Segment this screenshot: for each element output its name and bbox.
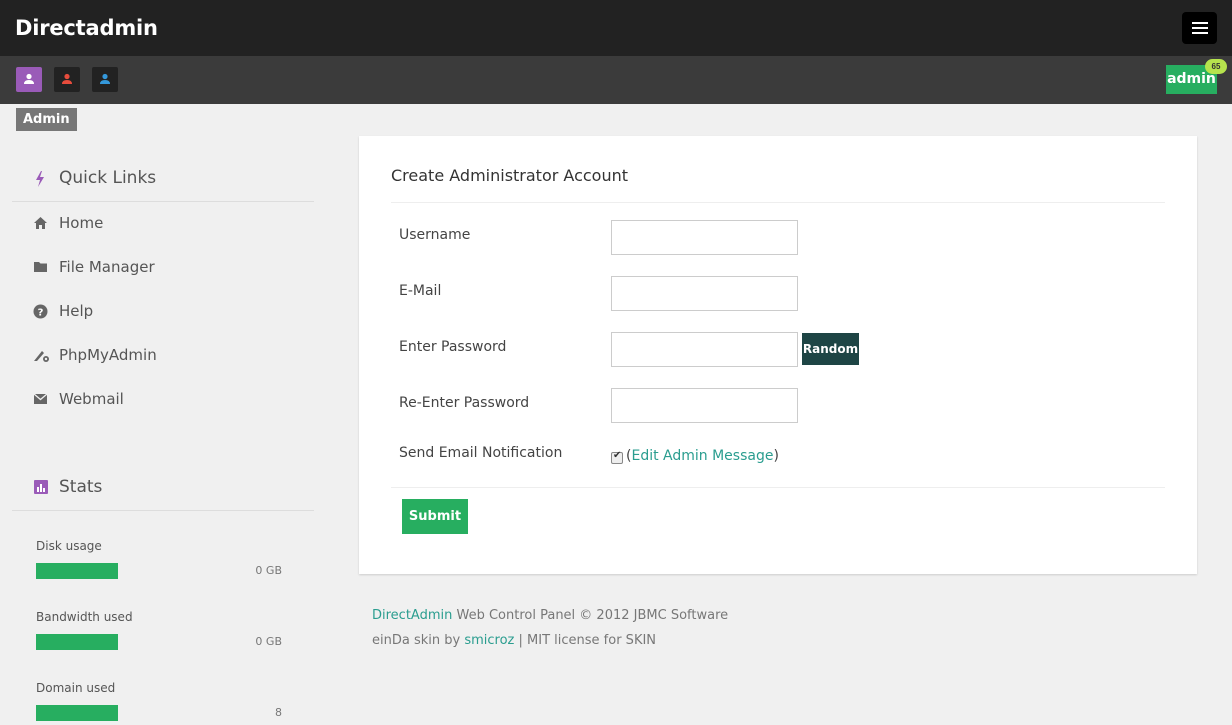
edit-message-wrapper: (Edit Admin Message) xyxy=(626,448,779,464)
envelope-icon xyxy=(33,392,48,410)
admin-level-button[interactable] xyxy=(16,67,42,92)
footer-skin-prefix: einDa skin by xyxy=(372,633,461,648)
random-password-button[interactable]: Random xyxy=(802,333,859,365)
username-label: Username xyxy=(399,227,471,243)
home-icon xyxy=(33,216,48,235)
level-tag: Admin xyxy=(16,108,77,131)
hamburger-icon-line xyxy=(1192,27,1208,29)
domain-used-value: 8 xyxy=(275,706,282,719)
footer-skin-suffix: | MIT license for SKIN xyxy=(518,633,657,648)
bolt-icon xyxy=(34,171,46,192)
sidebar-item-label: Help xyxy=(59,302,94,320)
password-label: Enter Password xyxy=(399,339,507,355)
svg-text:?: ? xyxy=(38,308,44,319)
notify-label: Send Email Notification xyxy=(399,445,563,461)
disk-usage-label: Disk usage xyxy=(36,539,102,553)
menu-toggle-button[interactable] xyxy=(1182,12,1217,44)
bandwidth-used-bar xyxy=(36,634,118,650)
hamburger-icon xyxy=(1192,22,1208,24)
edit-admin-message-link[interactable]: Edit Admin Message xyxy=(631,448,773,464)
disk-usage-bar xyxy=(36,563,118,579)
submit-button[interactable]: Submit xyxy=(402,499,468,534)
email-label: E-Mail xyxy=(399,283,442,299)
bar-chart-icon xyxy=(34,480,48,499)
create-admin-panel: Create Administrator Account Username E-… xyxy=(359,136,1197,574)
phpmyadmin-icon xyxy=(33,348,50,368)
sidebar-item-label: Webmail xyxy=(59,390,124,408)
disk-usage-value: 0 GB xyxy=(255,564,282,577)
repassword-label: Re-Enter Password xyxy=(399,395,530,411)
skin-author-link[interactable]: smicroz xyxy=(464,633,514,648)
domain-used-bar-fill xyxy=(36,705,118,721)
disk-usage-bar-fill xyxy=(36,563,118,579)
password-input[interactable] xyxy=(611,332,798,367)
sidebar-item-label: PhpMyAdmin xyxy=(59,346,157,364)
bandwidth-used-label: Bandwidth used xyxy=(36,610,133,624)
page-title: Create Administrator Account xyxy=(391,166,629,185)
level-switcher-bar: admin xyxy=(0,56,1232,104)
bandwidth-used-value: 0 GB xyxy=(255,635,282,648)
quick-links-heading: Quick Links xyxy=(12,154,314,202)
footer-line-2: einDa skin by smicroz | MIT license for … xyxy=(372,633,656,648)
directadmin-link[interactable]: DirectAdmin xyxy=(372,608,452,623)
footer-line-1: DirectAdmin Web Control Panel © 2012 JBM… xyxy=(372,608,728,623)
footer-copyright: Web Control Panel © 2012 JBMC Software xyxy=(456,608,729,623)
hamburger-icon-line xyxy=(1192,32,1208,34)
email-input[interactable] xyxy=(611,276,798,311)
user-level-button[interactable] xyxy=(92,67,118,92)
repassword-input[interactable] xyxy=(611,388,798,423)
stats-heading: Stats xyxy=(12,463,314,511)
sidebar-item-label: File Manager xyxy=(59,258,155,276)
user-icon xyxy=(100,73,110,84)
divider xyxy=(391,487,1165,488)
user-icon xyxy=(62,73,72,84)
help-icon: ? xyxy=(33,304,48,324)
top-navbar: Directadmin xyxy=(0,0,1232,56)
quick-links-title: Quick Links xyxy=(59,168,157,188)
brand-logo[interactable]: Directadmin xyxy=(15,16,158,40)
stats-title: Stats xyxy=(59,477,103,497)
domain-used-bar xyxy=(36,705,118,721)
user-icon xyxy=(24,73,34,84)
username-input[interactable] xyxy=(611,220,798,255)
sidebar-item-label: Home xyxy=(59,214,104,232)
reseller-level-button[interactable] xyxy=(54,67,80,92)
notify-checkbox[interactable] xyxy=(611,450,623,464)
divider xyxy=(391,202,1165,203)
bandwidth-used-bar-fill xyxy=(36,634,118,650)
notification-badge[interactable]: 65 xyxy=(1205,59,1227,74)
domain-used-label: Domain used xyxy=(36,681,116,695)
folder-icon xyxy=(33,260,48,278)
